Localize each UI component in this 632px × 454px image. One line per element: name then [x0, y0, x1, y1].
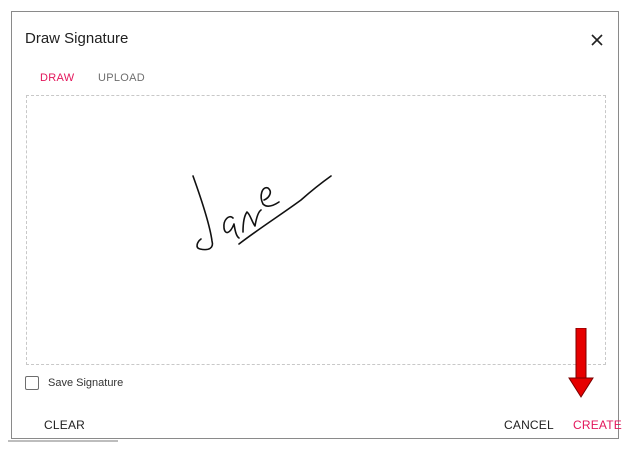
down-arrow-icon — [568, 328, 594, 398]
draw-signature-dialog: Draw Signature DRAW UPLOAD Save Signatur… — [11, 11, 622, 439]
save-signature-label: Save Signature — [48, 377, 124, 389]
signature-canvas[interactable] — [26, 95, 606, 365]
dialog-title: Draw Signature — [25, 30, 129, 47]
create-button[interactable]: CREATE — [573, 418, 622, 432]
tab-upload[interactable]: UPLOAD — [98, 72, 145, 84]
close-icon — [591, 34, 603, 46]
tab-draw[interactable]: DRAW — [40, 72, 74, 84]
clear-button[interactable]: CLEAR — [44, 418, 85, 432]
signature-drawing — [192, 175, 332, 251]
save-signature-checkbox[interactable] — [25, 376, 39, 390]
background-line — [8, 440, 118, 442]
close-button[interactable] — [586, 29, 608, 51]
cancel-button[interactable]: CANCEL — [504, 418, 554, 432]
